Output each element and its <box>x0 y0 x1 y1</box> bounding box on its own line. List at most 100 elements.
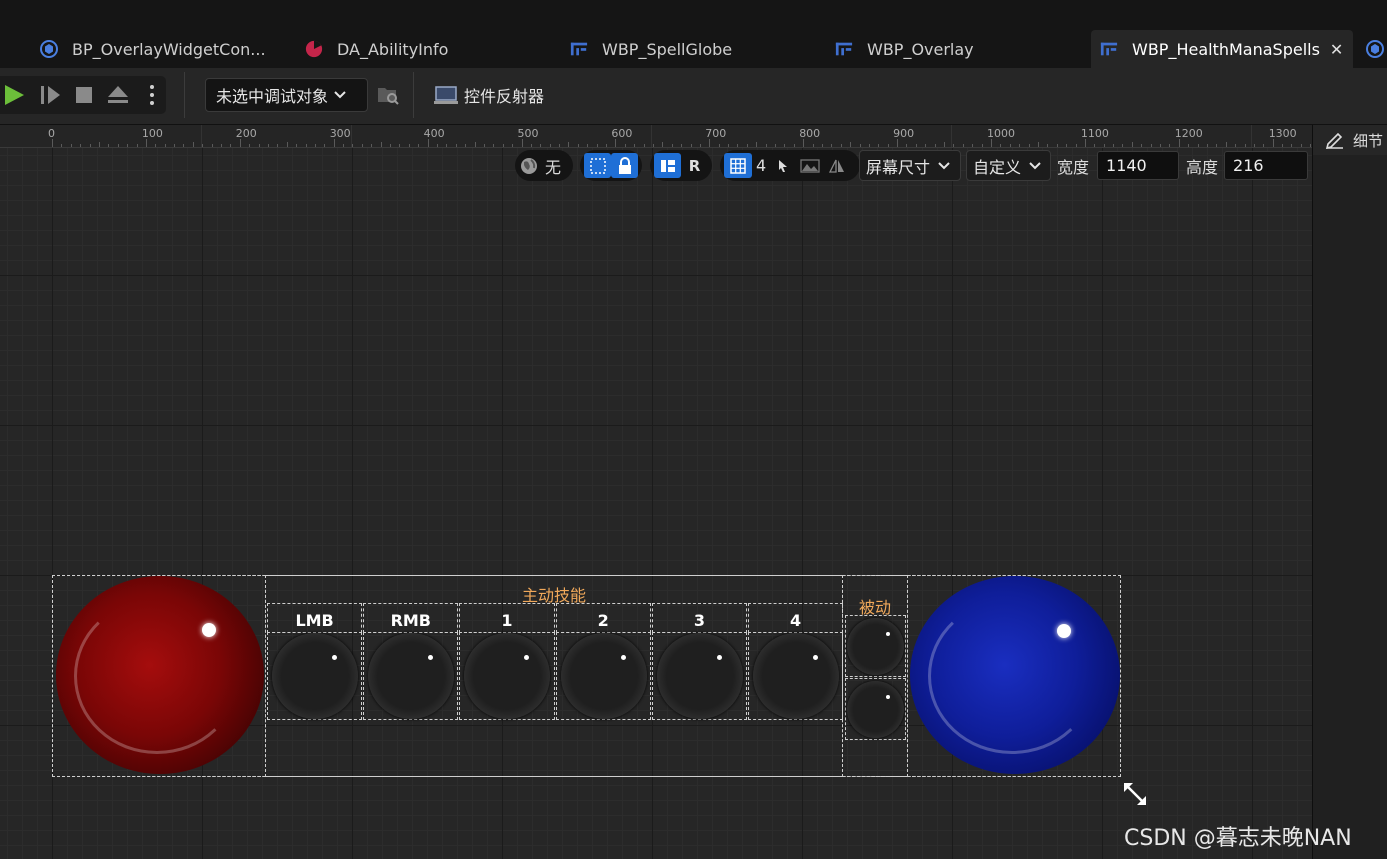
width-input[interactable]: 1140 <box>1097 151 1180 180</box>
ruler-tick <box>352 144 354 147</box>
ruler-tick <box>1009 144 1011 147</box>
tab-wbp-overlay[interactable]: WBP_Overlay <box>835 30 974 68</box>
spell-slot-label: 4 <box>790 611 802 630</box>
widget-blueprint-icon <box>835 40 853 58</box>
ruler-tick <box>1216 144 1218 147</box>
ruler-tick <box>944 142 946 147</box>
ruler-tick <box>1253 144 1255 147</box>
ruler-tick <box>296 144 298 147</box>
ring-glint <box>886 632 890 636</box>
eject-button[interactable] <box>104 80 132 110</box>
ruler-tick <box>1056 144 1058 147</box>
ruler-tick <box>502 144 504 147</box>
details-panel-header[interactable]: 细节 <box>1313 125 1387 155</box>
ruler-tick <box>765 144 767 147</box>
health-globe[interactable] <box>56 576 264 774</box>
select-tool-button[interactable] <box>770 153 796 178</box>
ruler-tick <box>183 144 185 147</box>
ruler-tick <box>934 144 936 147</box>
spell-ring[interactable] <box>560 633 647 719</box>
widget-reflector-button[interactable]: 控件反射器 <box>434 78 544 112</box>
ruler-tick <box>52 139 53 147</box>
grid-snap-toggle[interactable] <box>724 153 752 178</box>
ruler-tick <box>991 139 992 147</box>
details-panel-title: 细节 <box>1353 131 1384 150</box>
spell-ring[interactable] <box>753 633 839 719</box>
horizontal-ruler: 0 100 200 300 400 500 600 700 800 900 1000 1100 1200… <box>0 125 1312 148</box>
background-toggle[interactable] <box>796 153 824 178</box>
tab-da-ability-info[interactable]: DA_AbilityInfo <box>305 30 448 68</box>
ruler-tick <box>98 142 100 147</box>
mana-globe[interactable] <box>910 576 1120 774</box>
ruler-tick <box>70 144 72 147</box>
stop-button[interactable] <box>70 80 98 110</box>
ruler-tick <box>512 144 514 147</box>
more-options-button[interactable] <box>140 80 164 110</box>
widget-layout-toggle[interactable] <box>654 153 681 178</box>
ruler-tick <box>1122 144 1124 147</box>
flip-toggle[interactable] <box>824 153 850 178</box>
ruler-tick <box>390 144 392 147</box>
respect-locks-toggle[interactable] <box>584 153 611 178</box>
ring-glint <box>524 655 530 660</box>
passive-spell-ring[interactable] <box>847 681 904 738</box>
ruler-tick <box>793 144 795 147</box>
spell-slot-label: 2 <box>597 611 609 630</box>
globe-rim <box>910 576 1120 774</box>
ruler-tick <box>324 144 326 147</box>
screen-size-label: 屏幕尺寸 <box>866 157 931 177</box>
tab-wbp-spell-globe[interactable]: WBP_SpellGlobe <box>570 30 732 68</box>
mirror-icon <box>829 159 845 173</box>
grid-size-value[interactable]: 4 <box>756 156 766 175</box>
cursor-icon <box>779 159 788 172</box>
lock-toggle[interactable] <box>611 153 638 178</box>
debug-object-dropdown[interactable]: 未选中调试对象 <box>205 78 368 112</box>
ruler-tick <box>1291 144 1293 147</box>
spell-ring[interactable] <box>368 633 455 719</box>
find-debug-object-button[interactable] <box>375 82 401 108</box>
edit-icon <box>1325 132 1343 149</box>
eject-icon <box>108 86 128 103</box>
resize-handle[interactable] <box>1122 781 1148 811</box>
screen-size-dropdown[interactable]: 屏幕尺寸 <box>859 150 961 181</box>
size-mode-dropdown[interactable]: 自定义 <box>966 150 1051 181</box>
ruler-tick <box>803 139 805 147</box>
tab-overflow[interactable] <box>1366 30 1387 68</box>
passive-spell-ring[interactable] <box>847 618 904 675</box>
ruler-tick <box>80 144 82 147</box>
height-input[interactable]: 216 <box>1224 151 1309 180</box>
ruler-tick <box>174 144 176 147</box>
ruler-major-line <box>201 125 202 147</box>
spell-ring[interactable] <box>272 633 358 719</box>
chevron-down-icon <box>334 91 346 99</box>
resize-arrows-icon <box>1124 783 1146 805</box>
play-button[interactable] <box>0 80 28 110</box>
ring-glint <box>620 655 626 660</box>
tab-wbp-health-mana-spells[interactable]: WBP_HealthManaSpells ✕ <box>1091 30 1353 68</box>
main-toolbar: 未选中调试对象 控件反射器 <box>0 68 1387 125</box>
close-icon[interactable]: ✕ <box>1330 40 1343 59</box>
ruler-tick <box>1084 139 1086 147</box>
ruler-tick <box>277 144 279 147</box>
tab-bar: BP_OverlayWidgetCon... DA_AbilityInfo WB… <box>0 0 1387 68</box>
ruler-tick <box>549 144 551 147</box>
tab-bp-overlay-widget-controller[interactable]: BP_OverlayWidgetCon... <box>40 30 266 68</box>
ruler-tick <box>775 144 777 147</box>
ruler-tick <box>1272 139 1274 147</box>
ruler-tick <box>671 144 673 147</box>
watermark: CSDN @暮志未晚NAN <box>1124 826 1352 851</box>
ruler-tick <box>455 144 457 147</box>
ruler-tick <box>728 144 730 147</box>
step-button[interactable] <box>36 80 64 110</box>
ruler-tick <box>568 142 570 147</box>
spell-ring[interactable] <box>656 633 743 719</box>
render-toggle[interactable]: R <box>681 153 708 178</box>
ruler-tick <box>258 144 260 147</box>
spell-ring[interactable] <box>464 633 551 719</box>
ruler-tick <box>1160 144 1162 147</box>
localization-control[interactable]: 无 <box>515 150 573 181</box>
width-label: 宽度 <box>1057 157 1090 177</box>
ruler-tick <box>897 139 899 147</box>
ruler-tick <box>887 144 889 147</box>
ruler-tick <box>1028 144 1030 147</box>
